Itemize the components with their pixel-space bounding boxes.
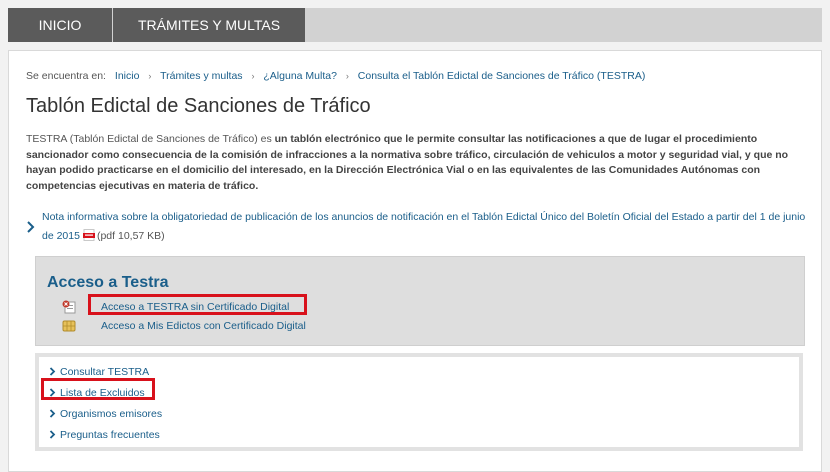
informative-note: Nota informativa sobre la obligatoriedad…: [26, 208, 806, 246]
breadcrumb: Se encuentra en: Inicio › Trámites y mul…: [26, 70, 645, 82]
certificate-x-icon: [62, 300, 76, 314]
breadcrumb-prefix: Se encuentra en:: [26, 70, 106, 82]
page-title: Tablón Edictal de Sanciones de Tráfico: [26, 95, 371, 117]
top-navigation: INICIO TRÁMITES Y MULTAS: [8, 8, 822, 42]
breadcrumb-chevron-icon: ›: [251, 71, 255, 81]
link-label: Preguntas frecuentes: [60, 429, 160, 441]
pdf-size: (pdf 10,57 KB): [96, 230, 165, 242]
breadcrumb-link-testra[interactable]: Consulta el Tablón Edictal de Sanciones …: [358, 70, 646, 82]
breadcrumb-chevron-icon: ›: [345, 71, 349, 81]
link-preguntas-frecuentes[interactable]: Preguntas frecuentes: [49, 429, 160, 441]
chevron-right-icon: [27, 221, 35, 233]
link-label: Organismos emisores: [60, 408, 163, 420]
intro-text: TESTRA (Tablón Edictal de Sanciones de T…: [26, 133, 275, 145]
nav-tab-tramites-multas[interactable]: TRÁMITES Y MULTAS: [113, 8, 305, 42]
access-testra-panel: Acceso a Testra Acceso a TESTRA sin Cert…: [35, 256, 805, 346]
intro-paragraph: TESTRA (Tablón Edictal de Sanciones de T…: [26, 132, 804, 194]
breadcrumb-link-tramites[interactable]: Trámites y multas: [160, 70, 242, 82]
breadcrumb-link-inicio[interactable]: Inicio: [115, 70, 140, 82]
chevron-right-icon: [49, 409, 56, 418]
related-links-panel: Consultar TESTRA Lista de Excluidos Orga…: [35, 353, 803, 451]
link-consultar-testra[interactable]: Consultar TESTRA: [49, 366, 149, 378]
link-lista-excluidos[interactable]: Lista de Excluidos: [49, 387, 145, 399]
breadcrumb-link-alguna-multa[interactable]: ¿Alguna Multa?: [263, 70, 337, 82]
access-with-certificate-label: Acceso a Mis Edictos con Certificado Dig…: [101, 320, 306, 332]
pdf-icon: [82, 229, 95, 241]
access-panel-title: Acceso a Testra: [47, 274, 169, 291]
access-without-certificate-label: Acceso a TESTRA sin Certificado Digital: [101, 301, 290, 313]
chevron-right-icon: [49, 388, 56, 397]
link-label: Lista de Excluidos: [60, 387, 145, 399]
nav-tab-inicio[interactable]: INICIO: [8, 8, 112, 42]
smartcard-chip-icon: [62, 320, 76, 332]
link-label: Consultar TESTRA: [60, 366, 150, 378]
chevron-right-icon: [49, 430, 56, 439]
link-organismos-emisores[interactable]: Organismos emisores: [49, 408, 162, 420]
breadcrumb-chevron-icon: ›: [148, 71, 152, 81]
main-content: Se encuentra en: Inicio › Trámites y mul…: [8, 50, 822, 472]
chevron-right-icon: [49, 367, 56, 376]
